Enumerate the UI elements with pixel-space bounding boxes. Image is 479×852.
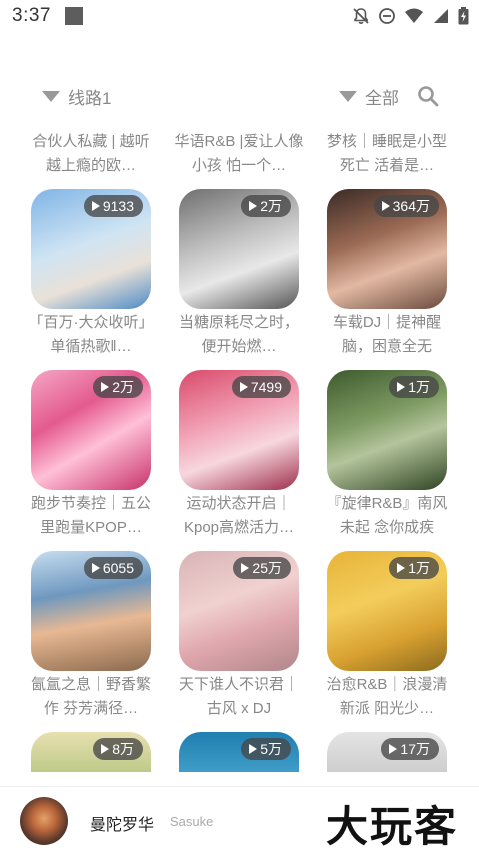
category-selector: 全部 (339, 80, 439, 112)
play-count-badge: 5万 (241, 738, 291, 760)
playlist-title[interactable]: 『旋律R&B』南风未起 念你成疾 (322, 492, 452, 540)
playlist-cover[interactable]: 9133 (31, 189, 151, 309)
play-count: 1万 (408, 560, 430, 576)
mini-player[interactable]: 曼陀罗华 Sasuke 大玩客 (0, 786, 479, 852)
playlist-cover[interactable]: 1万 (327, 551, 447, 671)
play-count-badge: 1万 (389, 557, 439, 579)
album-avatar[interactable] (20, 797, 68, 845)
play-icon (249, 744, 258, 754)
play-count: 2万 (112, 379, 134, 395)
play-icon (101, 744, 110, 754)
play-count: 9133 (102, 198, 134, 214)
play-count-badge: 364万 (373, 195, 439, 217)
playlist-title[interactable]: 合伙人私藏 | 越听越上瘾的欧… (26, 130, 156, 178)
play-icon (91, 201, 100, 211)
play-count-badge: 7499 (231, 376, 291, 398)
play-icon (91, 563, 100, 573)
playlist-title[interactable]: 运动状态开启｜Kpop高燃活力… (174, 492, 304, 540)
play-count: 7499 (250, 379, 282, 395)
play-count-badge: 17万 (381, 738, 439, 760)
line-selector[interactable]: 线路1 (42, 80, 111, 112)
playlist-title[interactable]: 跑步节奏控｜五公里跑量KPOP… (26, 492, 156, 540)
playlist-cover[interactable]: 8万 (31, 732, 151, 772)
play-icon (101, 382, 110, 392)
playlist-title[interactable]: 氤氲之息｜野香繁作 芬芳满径… (26, 673, 156, 721)
playlist-title[interactable]: 车载DJ｜提神醒脑，困意全无 (322, 311, 452, 359)
play-count: 364万 (392, 198, 430, 214)
playlist-cover[interactable]: 6055 (31, 551, 151, 671)
playlist-cover[interactable]: 2万 (31, 370, 151, 490)
play-count-badge: 25万 (233, 557, 291, 579)
playlist-title[interactable]: 华语R&B |爱让人像小孩 怕一个… (174, 130, 304, 178)
song-artist: Sasuke (170, 814, 214, 829)
play-count: 25万 (252, 560, 282, 576)
playlist-cover[interactable]: 2万 (179, 189, 299, 309)
playlist-cover[interactable]: 1万 (327, 370, 447, 490)
dropdown-triangle-icon (42, 90, 60, 102)
playlist-cover[interactable]: 5万 (179, 732, 299, 772)
play-icon (249, 201, 258, 211)
play-count: 17万 (400, 741, 430, 757)
playlist-cover[interactable]: 17万 (327, 732, 447, 772)
filter-bar: 线路1 全部 (0, 80, 479, 112)
playlist-cover[interactable]: 7499 (179, 370, 299, 490)
search-icon[interactable] (417, 85, 439, 107)
playlist-title[interactable]: 梦核｜睡眠是小型死亡 活着是… (322, 130, 452, 178)
playlist-title[interactable]: 当糖原耗尽之时，便开始燃… (174, 311, 304, 359)
play-count: 5万 (260, 741, 282, 757)
play-count-badge: 2万 (93, 376, 143, 398)
play-count-badge: 6055 (83, 557, 143, 579)
play-icon (241, 563, 250, 573)
play-count: 2万 (260, 198, 282, 214)
play-icon (389, 744, 398, 754)
song-title: 曼陀罗华 (90, 817, 155, 834)
line-label: 线路1 (68, 88, 112, 108)
play-icon (397, 563, 406, 573)
playlist-title[interactable]: 「百万·大众收听」单循热歌‖… (26, 311, 156, 359)
play-count: 1万 (408, 379, 430, 395)
playlist-cover[interactable]: 364万 (327, 189, 447, 309)
playlist-grid: 合伙人私藏 | 越听越上瘾的欧… 华语R&B |爱让人像小孩 怕一个… 梦核｜睡眠是… (0, 0, 479, 772)
playlist-cover[interactable]: 25万 (179, 551, 299, 671)
play-count-badge: 2万 (241, 195, 291, 217)
play-icon (397, 382, 406, 392)
play-icon (239, 382, 248, 392)
watermark-logo: 大玩客 (326, 802, 459, 851)
play-count: 8万 (112, 741, 134, 757)
play-count-badge: 8万 (93, 738, 143, 760)
dropdown-triangle-icon[interactable] (339, 90, 357, 102)
play-count-badge: 9133 (83, 195, 143, 217)
category-label[interactable]: 全部 (365, 84, 399, 109)
play-count-badge: 1万 (389, 376, 439, 398)
play-count: 6055 (102, 560, 134, 576)
playlist-title[interactable]: 治愈R&B｜浪漫清新派 阳光少… (322, 673, 452, 721)
playlist-title[interactable]: 天下谁人不识君｜古风 x DJ (174, 673, 304, 721)
play-icon (381, 201, 390, 211)
